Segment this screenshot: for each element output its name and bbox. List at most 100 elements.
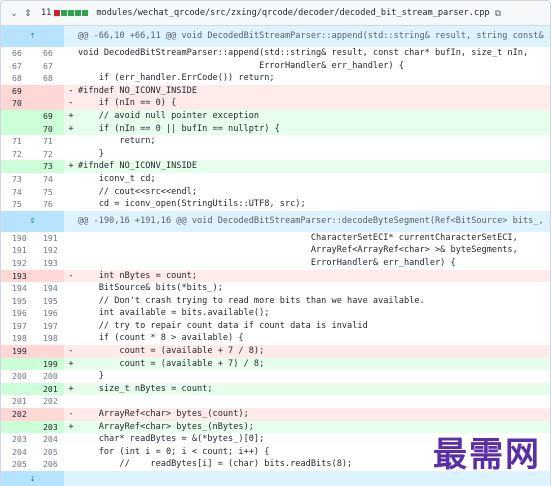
diff-marker: - xyxy=(68,270,74,281)
old-line-number[interactable]: 200 xyxy=(1,370,32,383)
old-line-number[interactable]: 203 xyxy=(1,433,32,446)
deleted-line: 70 - if (nIn == 0) { xyxy=(1,97,550,110)
old-line-number[interactable]: 73 xyxy=(1,172,32,186)
diff-marker xyxy=(64,307,78,320)
code-text: ErrorHandler& err_handler) { xyxy=(78,60,404,71)
new-line-number[interactable]: 198 xyxy=(32,332,64,346)
hunk-header: ⇕ @@ -190,16 +191,16 @@ void DecodedBitSt… xyxy=(1,210,550,232)
new-line-number[interactable]: 75 xyxy=(32,185,64,199)
new-line-number[interactable]: 193 xyxy=(32,256,64,270)
new-line-number[interactable]: 192 xyxy=(32,244,64,257)
old-line-number[interactable]: 193 xyxy=(1,269,32,283)
old-line-number[interactable]: 66 xyxy=(1,47,32,60)
old-line-number[interactable] xyxy=(1,382,32,396)
new-line-number[interactable]: 206 xyxy=(32,458,64,471)
code-text: ArrayRef<ArrayRef<char> >& byteSegments, xyxy=(78,245,518,256)
new-line-number[interactable] xyxy=(32,84,64,98)
old-line-number[interactable]: 191 xyxy=(1,244,32,257)
expand-hunk-icon[interactable]: ⇡ xyxy=(1,26,64,47)
old-line-number[interactable]: 74 xyxy=(1,185,32,199)
context-line: 67 67 ErrorHandler& err_handler) { xyxy=(1,59,550,73)
old-line-number[interactable] xyxy=(1,109,32,123)
new-line-number[interactable]: 194 xyxy=(32,282,64,295)
context-line: 191 192 ArrayRef<ArrayRef<char> >& byteSe… xyxy=(1,244,550,257)
new-line-number[interactable]: 202 xyxy=(32,395,64,409)
old-line-number[interactable]: 70 xyxy=(1,97,32,110)
old-line-number[interactable] xyxy=(1,160,32,173)
file-path[interactable]: modules/wechat_qrcode/src/zxing/qrcode/d… xyxy=(96,8,489,18)
new-line-number[interactable] xyxy=(32,345,64,358)
old-line-number[interactable]: 205 xyxy=(1,458,32,471)
old-line-number[interactable]: 198 xyxy=(1,332,32,346)
old-line-number[interactable]: 68 xyxy=(1,72,32,85)
new-line-number[interactable]: 68 xyxy=(32,72,64,85)
new-line-number[interactable]: 205 xyxy=(32,445,64,459)
collapse-file-icon[interactable]: ⌄ xyxy=(7,6,21,20)
new-line-number[interactable]: 201 xyxy=(32,382,64,396)
diff-marker: + xyxy=(68,110,74,121)
code-text: if (nIn == 0) { xyxy=(78,98,177,109)
old-line-number[interactable] xyxy=(1,357,32,371)
old-line-number[interactable]: 69 xyxy=(1,84,32,98)
new-line-number[interactable]: 69 xyxy=(32,109,64,123)
new-line-number[interactable]: 203 xyxy=(32,420,64,434)
old-line-number[interactable]: 72 xyxy=(1,147,32,161)
diff-marker: - xyxy=(68,85,74,96)
context-line: 71 71 return; xyxy=(1,135,550,148)
new-line-number[interactable] xyxy=(32,408,64,421)
diff-marker: - xyxy=(68,409,74,420)
diff-marker: - xyxy=(68,346,74,357)
deleted-line: 199 - count = (available + 7 / 8); xyxy=(1,345,550,358)
new-line-number[interactable] xyxy=(32,97,64,110)
diffstat-square xyxy=(82,10,89,16)
new-line-number[interactable]: 74 xyxy=(32,172,64,186)
expand-hunk-icon[interactable]: ⇕ xyxy=(1,210,64,232)
old-line-number[interactable]: 204 xyxy=(1,445,32,459)
old-line-number[interactable]: 201 xyxy=(1,395,32,409)
diff-marker: + xyxy=(68,123,74,134)
old-line-number[interactable] xyxy=(1,122,32,136)
old-line-number[interactable]: 71 xyxy=(1,135,32,148)
old-line-number[interactable]: 202 xyxy=(1,408,32,421)
old-line-number[interactable]: 196 xyxy=(1,307,32,320)
context-line: 73 74 iconv_t cd; xyxy=(1,172,550,186)
new-line-number[interactable]: 73 xyxy=(32,160,64,173)
new-line-number[interactable]: 196 xyxy=(32,307,64,320)
old-line-number[interactable]: 199 xyxy=(1,345,32,358)
file-header: ⌄ ⇕ 11 modules/wechat_qrcode/src/zxing/q… xyxy=(0,0,551,26)
old-line-number[interactable]: 190 xyxy=(1,231,32,245)
new-line-number[interactable]: 66 xyxy=(32,47,64,60)
old-line-number[interactable]: 195 xyxy=(1,294,32,308)
old-line-number[interactable]: 197 xyxy=(1,319,32,333)
old-line-number[interactable]: 192 xyxy=(1,256,32,270)
new-line-number[interactable]: 204 xyxy=(32,433,64,446)
old-line-number[interactable]: 67 xyxy=(1,59,32,73)
diffstat-square xyxy=(54,10,61,16)
code-text: } xyxy=(78,371,104,382)
new-line-number[interactable]: 67 xyxy=(32,59,64,73)
code-text: // Don't crash trying to read more bits … xyxy=(78,295,425,306)
new-line-number[interactable]: 199 xyxy=(32,357,64,371)
copy-path-icon[interactable]: ⧉ xyxy=(495,8,501,19)
expand-all-icon[interactable]: ⇕ xyxy=(21,6,35,20)
new-line-number[interactable]: 72 xyxy=(32,147,64,161)
diff-marker xyxy=(64,295,78,308)
new-line-number[interactable]: 200 xyxy=(32,370,64,383)
added-line: 69 + // avoid null pointer exception xyxy=(1,109,550,123)
new-line-number[interactable] xyxy=(32,269,64,283)
diff-marker xyxy=(64,135,78,148)
old-line-number[interactable] xyxy=(1,420,32,434)
new-line-number[interactable]: 76 xyxy=(32,198,64,211)
new-line-number[interactable]: 197 xyxy=(32,319,64,333)
new-line-number[interactable]: 191 xyxy=(32,231,64,245)
code-text: ErrorHandler& err_handler) { xyxy=(78,257,456,268)
diff-marker xyxy=(64,446,78,459)
new-line-number[interactable]: 71 xyxy=(32,135,64,148)
old-line-number[interactable]: 75 xyxy=(1,198,32,211)
new-line-number[interactable]: 195 xyxy=(32,294,64,308)
expand-down-icon[interactable]: ⇣ xyxy=(1,471,64,486)
new-line-number[interactable]: 70 xyxy=(32,122,64,136)
old-line-number[interactable]: 194 xyxy=(1,282,32,295)
diff-marker xyxy=(64,257,78,270)
code-text: int nBytes = count; xyxy=(78,270,197,281)
